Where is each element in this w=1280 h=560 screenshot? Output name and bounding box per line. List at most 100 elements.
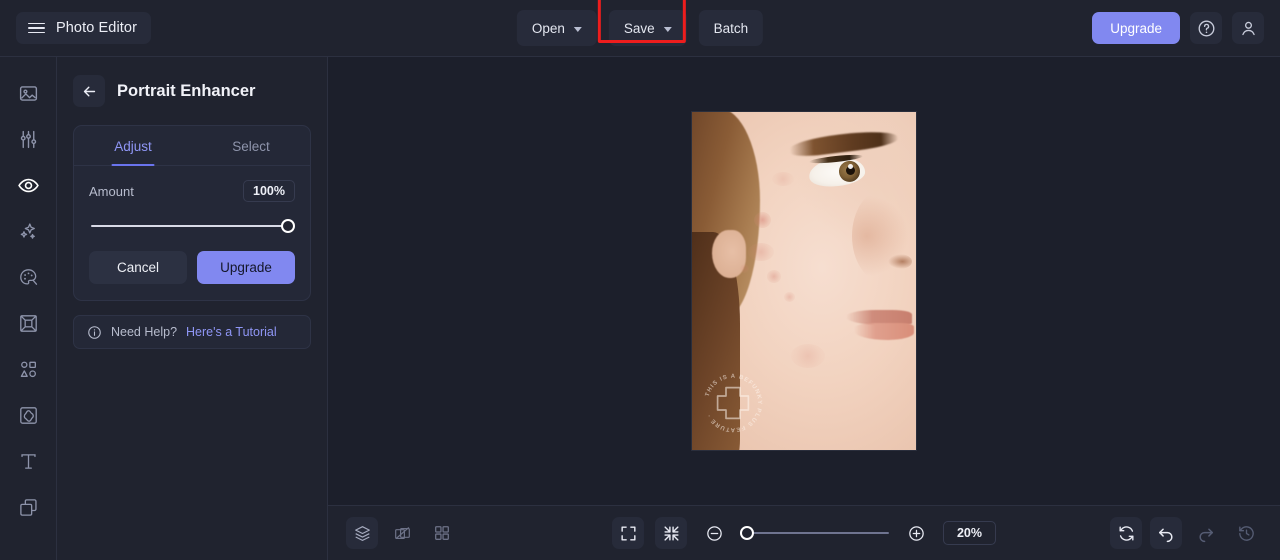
arrow-left-icon: [83, 86, 95, 96]
user-icon: [1241, 21, 1255, 35]
canvas-column: THIS IS A BEFUNKY PLUS FEATURE · 20%: [328, 57, 1280, 560]
panel-upgrade-button[interactable]: Upgrade: [197, 251, 295, 284]
amount-slider-handle[interactable]: [281, 219, 295, 233]
mask-icon: [19, 406, 37, 424]
photo-blemish: [772, 172, 794, 186]
history-clock-icon: [1238, 525, 1254, 541]
rail-item-adjust[interactable]: [6, 117, 50, 161]
rail-item-graphics[interactable]: [6, 347, 50, 391]
chevron-down-icon: [663, 26, 672, 32]
header-tool-group: Open Save Batch: [516, 0, 764, 46]
rail-item-layers[interactable]: [6, 485, 50, 529]
redo-button[interactable]: [1190, 517, 1222, 549]
zoom-controls: 20%: [611, 517, 997, 549]
adjust-card-body: Amount 100% Cancel Upgrade: [74, 166, 310, 300]
rail-item-artsy[interactable]: [6, 255, 50, 299]
page-title: Portrait Enhancer: [117, 81, 256, 100]
save-label: Save: [623, 20, 655, 36]
amount-value[interactable]: 100%: [243, 180, 295, 202]
compare-split-icon: [394, 526, 410, 539]
tool-panel: Portrait Enhancer Adjust Select Amount 1…: [57, 57, 328, 560]
zoom-out-button[interactable]: [698, 517, 730, 549]
rail-item-retouch[interactable]: [6, 163, 50, 207]
rail-item-image[interactable]: [6, 71, 50, 115]
history-button[interactable]: [1230, 517, 1262, 549]
header-right-group: Upgrade: [1092, 12, 1264, 44]
menu-button[interactable]: Photo Editor: [16, 12, 151, 44]
batch-button[interactable]: Batch: [698, 10, 764, 46]
zoom-in-button[interactable]: [900, 517, 932, 549]
question-circle-icon: [1198, 20, 1214, 36]
tutorial-link[interactable]: Here's a Tutorial: [186, 325, 277, 339]
layers-button[interactable]: [346, 517, 378, 549]
rail-item-frames[interactable]: [6, 301, 50, 345]
image-canvas[interactable]: THIS IS A BEFUNKY PLUS FEATURE ·: [328, 57, 1280, 505]
sliders-icon: [20, 130, 36, 148]
plus-circle-icon: [908, 525, 924, 541]
photo-eye-glint: [848, 164, 853, 169]
panel-action-row: Cancel Upgrade: [89, 251, 295, 284]
rail-item-overlays[interactable]: [6, 393, 50, 437]
info-circle-icon: [88, 325, 101, 339]
minus-circle-icon: [706, 525, 722, 541]
actual-size-button[interactable]: [654, 517, 687, 549]
sparkles-icon: [20, 222, 35, 239]
tool-rail: [0, 57, 57, 560]
editor-body: Portrait Enhancer Adjust Select Amount 1…: [0, 57, 1280, 560]
rail-item-text[interactable]: [6, 439, 50, 483]
adjust-card: Adjust Select Amount 100% Cancel Upgrade: [73, 125, 311, 301]
photo-blemish: [754, 212, 771, 228]
reset-button[interactable]: [1110, 517, 1142, 549]
layers-stack-icon: [19, 498, 37, 516]
photo-blemish: [767, 270, 781, 283]
amount-label: Amount: [89, 183, 134, 199]
zoom-slider-track: [740, 532, 889, 534]
app-title: Photo Editor: [56, 20, 137, 36]
fit-screen-button[interactable]: [611, 517, 644, 549]
zoom-slider-handle[interactable]: [739, 526, 754, 540]
upgrade-label: Upgrade: [1110, 20, 1162, 36]
upgrade-button[interactable]: Upgrade: [1092, 12, 1180, 44]
grid-icon: [435, 526, 449, 540]
photo-blemish: [748, 243, 774, 261]
amount-slider[interactable]: [91, 219, 295, 233]
batch-label: Batch: [713, 20, 749, 36]
rail-item-effects[interactable]: [6, 209, 50, 253]
palette-icon: [19, 268, 37, 285]
save-button-wrapper: Save: [597, 0, 687, 46]
grid-button[interactable]: [426, 517, 458, 549]
panel-tabs: Adjust Select: [74, 126, 310, 166]
frame-icon: [19, 314, 37, 332]
amount-slider-track: [91, 225, 293, 228]
refresh-icon: [1118, 525, 1134, 541]
back-button[interactable]: [73, 75, 105, 107]
save-button[interactable]: Save: [608, 10, 687, 46]
photo-editor-app: Photo Editor Open Save Batch Upgrade Por…: [0, 0, 1280, 560]
undo-button[interactable]: [1150, 517, 1182, 549]
portrait-photo[interactable]: THIS IS A BEFUNKY PLUS FEATURE ·: [692, 112, 916, 450]
open-label: Open: [531, 20, 565, 36]
eye-icon: [17, 178, 39, 192]
tutorial-text: Need Help?: [111, 325, 178, 339]
zoom-level-value[interactable]: 20%: [942, 521, 997, 545]
redo-arrow-icon: [1199, 528, 1213, 543]
layers-stack-icon: [354, 525, 370, 541]
undo-arrow-icon: [1159, 528, 1173, 543]
open-button[interactable]: Open: [516, 10, 597, 46]
bottom-left-tools: [346, 517, 458, 549]
tab-adjust[interactable]: Adjust: [74, 126, 192, 165]
account-button[interactable]: [1232, 12, 1264, 44]
plus-badge-icon: THIS IS A BEFUNKY PLUS FEATURE ·: [705, 374, 761, 432]
chevron-down-icon: [573, 26, 582, 32]
shapes-icon: [20, 361, 36, 377]
hamburger-icon: [28, 22, 45, 34]
panel-header: Portrait Enhancer: [73, 75, 311, 107]
amount-row: Amount 100%: [89, 180, 295, 202]
cancel-button[interactable]: Cancel: [89, 251, 187, 284]
help-button[interactable]: [1190, 12, 1222, 44]
compare-button[interactable]: [386, 517, 418, 549]
collapse-corners-icon: [663, 525, 679, 541]
zoom-slider[interactable]: [739, 526, 889, 540]
tutorial-banner[interactable]: Need Help? Here's a Tutorial: [73, 315, 311, 349]
tab-select[interactable]: Select: [192, 126, 310, 165]
